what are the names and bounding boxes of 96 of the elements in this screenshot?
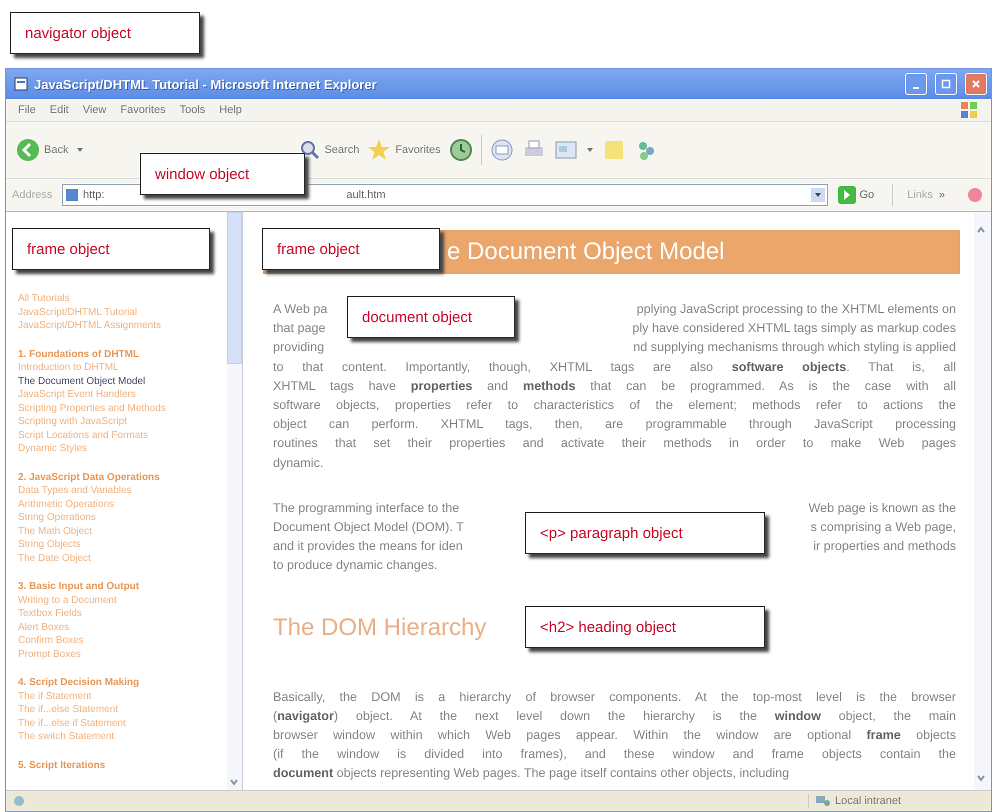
text-fragment: providing — [273, 339, 324, 356]
text-line: (if the window is divided into frames), and these window and frame objects contain the — [273, 746, 956, 764]
text-line: document objects representing Web pages. The page itself contains other objects, including — [273, 765, 790, 782]
sidebar-link[interactable]: String Objects — [18, 538, 227, 552]
text-line: routines that set their properties and activate their methods in order to make Web pages — [273, 435, 956, 452]
menu-item[interactable]: View — [82, 104, 106, 116]
annotation-tooltip: frame object — [262, 228, 440, 270]
section-heading: The DOM Hierarchy — [273, 614, 486, 642]
sidebar-link[interactable]: The Document Object Model — [18, 374, 227, 388]
sidebar-link[interactable]: Writing to a Document — [18, 594, 227, 607]
annotation-tooltip: <h2> heading object — [525, 606, 765, 648]
menu-item[interactable]: Tools — [180, 104, 206, 116]
sidebar-link[interactable]: Arithmetic Operations — [18, 498, 227, 511]
page-icon — [14, 77, 28, 91]
sidebar-link[interactable]: Script Locations and Formats — [18, 428, 227, 442]
star-icon — [367, 138, 392, 162]
sidebar-link[interactable]: Scripting Properties and Methods — [18, 402, 227, 415]
window-title: JavaScript/DHTML Tutorial - Microsoft Internet Explorer — [34, 76, 377, 92]
sidebar-link[interactable]: JavaScript/DHTML Assignments — [18, 319, 227, 332]
dropdown-icon[interactable] — [810, 188, 824, 202]
text-line: object can perform. XHTML tags, then, are programmable through JavaScript processing — [273, 416, 956, 434]
annotation-tooltip: navigator object — [10, 12, 200, 54]
annotation-tooltip: frame object — [12, 228, 210, 270]
text-fragment: that page — [273, 320, 326, 338]
maximize-icon — [941, 79, 951, 89]
network-icon — [815, 794, 831, 808]
annotation-tooltip: document object — [347, 296, 515, 338]
maximize-button[interactable] — [935, 73, 957, 95]
text-fragment: ir properties and methods — [813, 538, 956, 556]
sidebar-link[interactable]: String Operations — [18, 511, 227, 524]
close-icon — [971, 79, 981, 89]
address-label: Address — [12, 189, 54, 201]
text-line: to produce dynamic changes. — [273, 557, 439, 574]
sidebar-heading[interactable]: 1. Foundations of DHTML — [18, 348, 227, 361]
close-button[interactable] — [965, 73, 987, 95]
text-fragment: A Web pa — [273, 301, 328, 318]
text-line: XHTML tags have properties and methods that can be programmed. As is the case with all — [273, 378, 956, 395]
text-line: browser window within which Web pages appear. Within the window are optional frame objects — [273, 727, 956, 744]
text-fragment: s comprising a Web page, — [810, 519, 956, 536]
sidebar-link[interactable]: The Date Object — [18, 552, 227, 565]
sidebar-link[interactable]: Data Types and Variables — [18, 484, 227, 498]
sidebar-link[interactable]: Introduction to DHTML — [18, 361, 227, 374]
windows-flag-icon — [959, 100, 979, 120]
page-heading: e Document Object Model — [447, 238, 724, 266]
text-fragment: The programming interface to the — [273, 500, 460, 517]
page-status-icon — [12, 794, 26, 808]
links-label[interactable]: Links — [907, 189, 933, 201]
scrollbar[interactable] — [227, 212, 242, 790]
more-chevron[interactable]: » — [938, 189, 945, 201]
sidebar-link[interactable]: Confirm Boxes — [18, 634, 227, 648]
zone-label: Local intranet — [835, 795, 902, 807]
sidebar-heading[interactable]: 4. Script Decision Making — [18, 676, 227, 690]
sidebar-link[interactable]: The Math Object — [18, 524, 227, 538]
minimize-icon — [913, 87, 919, 89]
text-fragment: Web page is known as the — [808, 500, 956, 517]
scrollbar[interactable] — [974, 212, 991, 790]
text-line: dynamic. — [273, 454, 324, 472]
sidebar-link[interactable]: All Tutorials — [18, 292, 227, 306]
sidebar-heading[interactable]: 5. Script Iterations — [18, 758, 227, 772]
back-button[interactable]: Back — [16, 138, 68, 162]
sidebar-link[interactable]: The if...else if Statement — [18, 716, 227, 730]
annotation-tooltip: <p> paragraph object — [525, 512, 765, 554]
page-icon — [65, 188, 79, 202]
sidebar-link[interactable]: The switch Statement — [18, 730, 227, 744]
text-line: software objects, properties refer to characteristics of the element; methods refer to actions the — [273, 397, 956, 414]
text-fragment: Document Object Model (DOM). T — [273, 519, 464, 536]
menu-item[interactable]: Edit — [50, 104, 69, 116]
annotation-tooltip: window object — [140, 153, 305, 195]
caret-icon[interactable] — [76, 146, 84, 154]
sidebar-link[interactable]: The if Statement — [18, 690, 227, 703]
minimize-button[interactable] — [905, 73, 927, 95]
go-button[interactable]: Go — [834, 186, 878, 204]
sidebar-heading[interactable]: 2. JavaScript Data Operations — [18, 470, 227, 484]
clock-icon[interactable] — [448, 138, 473, 162]
sidebar-link[interactable]: Alert Boxes — [18, 620, 227, 634]
sidebar-heading[interactable]: 3. Basic Input and Output — [18, 580, 227, 594]
sidebar-link[interactable]: JavaScript/DHTML Tutorial — [18, 306, 227, 319]
favorites-button[interactable]: Favorites — [367, 138, 441, 162]
sidebar-link[interactable]: Prompt Boxes — [18, 648, 227, 661]
sidebar-link[interactable]: Dynamic Styles — [18, 442, 227, 456]
sidebar-link[interactable]: Scripting with JavaScript — [18, 415, 227, 428]
text-line: to that content. Importantly, though, XHTML tags are also software objects. That is, all — [273, 358, 956, 376]
search-icon — [300, 140, 320, 160]
text-fragment: ply have considered XHTML tags simply as markup codes — [632, 320, 956, 338]
menu-item[interactable]: File — [18, 104, 36, 116]
caret-icon[interactable] — [586, 146, 594, 154]
text-fragment: pplying JavaScript processing to the XHTML elements on — [636, 301, 956, 318]
text-fragment: nd supplying mechanisms through which styling is applied — [633, 339, 956, 356]
text-line: (navigator) object. At the next level down the hierarchy is the window object, the main — [273, 708, 956, 725]
menu-item[interactable]: Favorites — [120, 104, 166, 116]
text-fragment: and it provides the means for iden — [273, 538, 463, 556]
sidebar-link[interactable]: JavaScript Event Handlers — [18, 388, 227, 402]
sidebar-link[interactable]: The if...else Statement — [18, 703, 227, 716]
menu-item[interactable]: Help — [219, 104, 242, 116]
text-line: Basically, the DOM is a hierarchy of browser components. At the top-most level is the browser — [273, 688, 956, 706]
sidebar-link[interactable]: Textbox Fields — [18, 607, 227, 620]
